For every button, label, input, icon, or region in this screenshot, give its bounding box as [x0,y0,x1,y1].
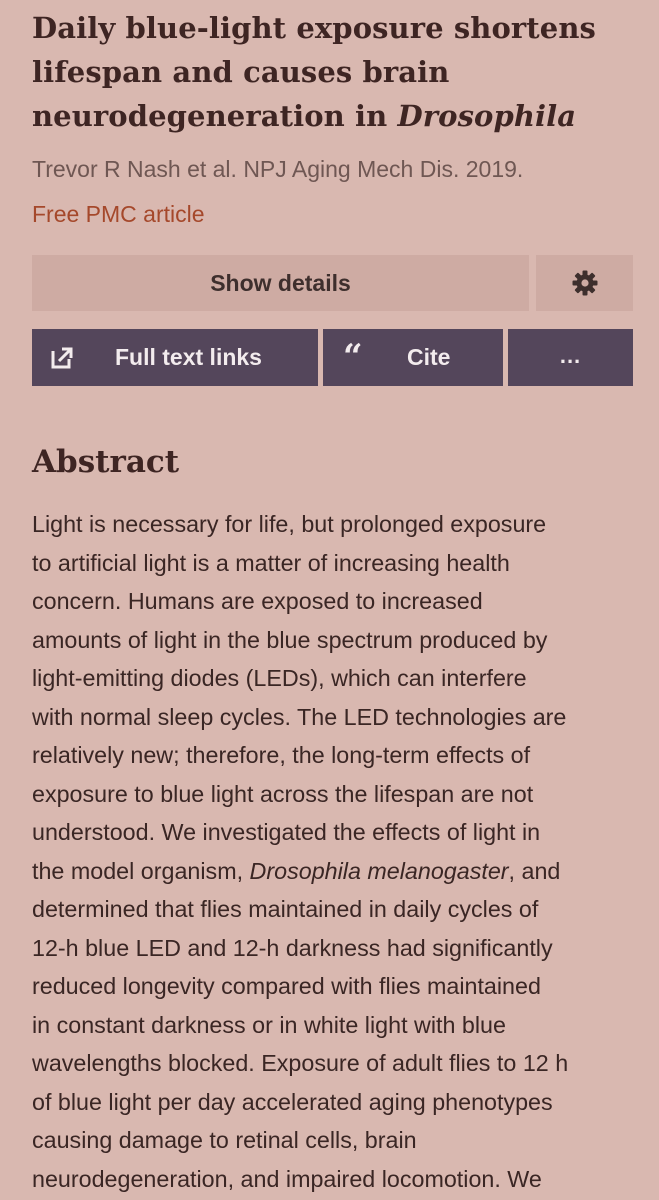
abstract-text-segment: the model organism, [32,857,250,884]
abstract-line: of blue light per day accelerated aging … [32,1088,553,1115]
full-text-links-button[interactable]: Full text links [32,329,318,386]
abstract-line: exposure to blue light across the lifesp… [32,780,534,807]
abstract-line: light-emitting diodes (LEDs), which can … [32,665,527,691]
abstract-heading: Abstract [32,444,180,480]
abstract-line: with normal sleep cycles. The LED techno… [32,703,567,730]
free-pmc-article-badge[interactable]: Free PMC article [32,201,205,228]
article-title: Daily blue-light exposure shortens lifes… [32,6,642,138]
gear-icon [572,270,597,296]
abstract-line: to artificial light is a matter of incre… [32,549,510,576]
abstract-line: 12-h blue LED and 12-h darkness had sign… [32,934,553,961]
abstract-body: Light is necessary for life, but prolong… [32,505,642,1198]
settings-button[interactable] [536,255,633,311]
abstract-line: wavelengths blocked. Exposure of adult f… [32,1050,569,1076]
abstract-line: determined that flies maintained in dail… [32,896,539,922]
abstract-line: causing damage to retinal cells, brain [32,1127,417,1153]
more-actions-button[interactable]: ... [508,329,633,386]
full-text-links-label: Full text links [115,344,262,370]
show-details-button[interactable]: Show details [32,255,529,311]
quote-icon: “ [343,337,363,377]
abstract-line: neurodegeneration, and impaired locomoti… [32,1165,542,1192]
abstract-line: relatively new; therefore, the long-term… [32,742,531,768]
abstract-line: understood. We investigated the effects … [32,819,541,845]
abstract-line: amounts of light in the blue spectrum pr… [32,626,548,653]
external-link-icon [51,347,73,369]
article-citation-line[interactable]: Trevor R Nash et al. NPJ Aging Mech Dis.… [32,156,523,183]
article-page: Daily blue-light exposure shortens lifes… [0,0,659,1200]
article-title-species: Drosophila [397,99,577,133]
abstract-line: reduced longevity compared with flies ma… [32,973,541,999]
abstract-line: concern. Humans are exposed to increased [32,588,483,614]
more-actions-label: ... [559,342,582,368]
abstract-line: Light is necessary for life, but prolong… [32,511,547,537]
species-name: Drosophila melanogaster [249,857,509,884]
cite-button[interactable]: “ Cite [323,329,503,386]
abstract-line-with-species: the model organism, Drosophila melanogas… [32,852,642,891]
cite-label: Cite [407,344,451,370]
abstract-line: in constant darkness or in white light w… [32,1011,506,1038]
show-details-label: Show details [210,269,351,296]
abstract-text-segment: , and [508,857,561,884]
